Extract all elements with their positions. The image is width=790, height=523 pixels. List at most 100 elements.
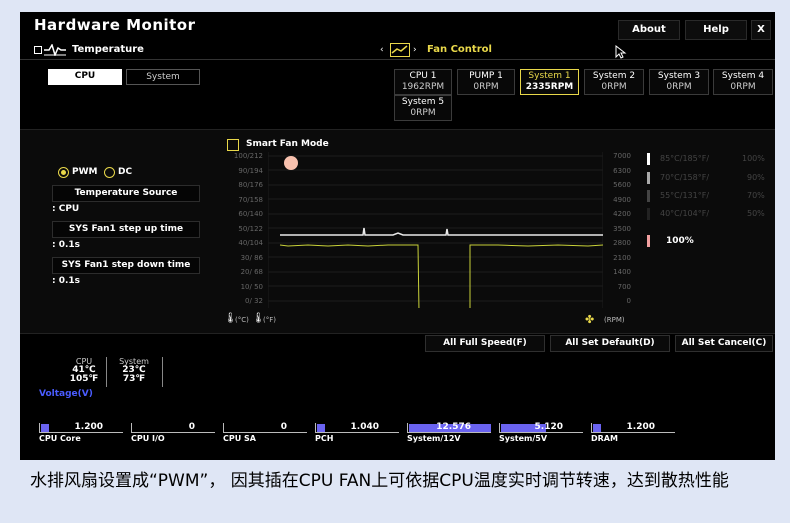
fan-rpm: 0RPM	[410, 108, 436, 118]
level-pct: 100%	[742, 154, 765, 163]
voltage-label: CPU Core	[39, 434, 81, 443]
voltage-value: 1.200	[626, 422, 655, 432]
chevron-left-icon[interactable]: ‹	[380, 45, 384, 55]
voltage-title: Voltage(V)	[39, 389, 93, 399]
unit-fahrenheit: (°F)	[263, 316, 276, 324]
fan-graph-icon	[390, 43, 410, 57]
temperature-source-value: : CPU	[52, 204, 80, 214]
fan-name: System 4	[721, 71, 765, 81]
current-level-bar	[647, 235, 650, 247]
y-tick-left: 80/176	[238, 181, 263, 189]
voltage-label: DRAM	[591, 434, 618, 443]
fan-rpm: 0RPM	[730, 82, 756, 92]
smart-fan-checkbox[interactable]	[227, 139, 239, 151]
fan-system1-button[interactable]: System 1 2335RPM	[520, 69, 579, 95]
fan-name: System 5	[401, 97, 445, 107]
y-tick-left: 70/158	[238, 196, 263, 204]
fan-cpu1-button[interactable]: CPU 1 1962RPM	[394, 69, 452, 95]
temp-divider	[162, 357, 163, 387]
temp-divider	[106, 357, 107, 387]
level-bar[interactable]	[647, 208, 650, 220]
y-tick-left: 50/122	[238, 225, 263, 233]
pwm-radio[interactable]	[58, 167, 69, 178]
y-tick-right: 1400	[613, 268, 631, 276]
voltage-label: System/5V	[499, 434, 548, 443]
fan-rpm: 1962RPM	[401, 82, 445, 92]
voltage-label: CPU I/O	[131, 434, 165, 443]
temperature-graph-icon	[44, 44, 66, 56]
level-bar[interactable]	[647, 190, 650, 202]
fan-control-header: ‹ › Fan Control	[375, 41, 775, 60]
fan-system5-button[interactable]: System 5 0RPM	[394, 95, 452, 121]
curve-control-point[interactable]	[284, 156, 298, 170]
y-tick-left: 10/ 50	[240, 283, 263, 291]
tab-system[interactable]: System	[126, 69, 200, 85]
collapse-icon[interactable]	[34, 46, 42, 54]
y-tick-left: 60/140	[238, 210, 263, 218]
close-button[interactable]: X	[751, 20, 771, 40]
level-bar[interactable]	[647, 172, 650, 184]
fan-name: CPU 1	[409, 71, 437, 81]
fan-pump1-button[interactable]: PUMP 1 0RPM	[457, 69, 515, 95]
fan-system2-button[interactable]: System 2 0RPM	[584, 69, 644, 95]
voltage-value: 1.200	[74, 422, 103, 432]
fan-icon: ✤	[585, 313, 595, 326]
fan-name: System 3	[657, 71, 701, 81]
level-pct: 70%	[747, 191, 765, 200]
y-tick-left: 100/212	[233, 152, 263, 160]
step-up-time-button[interactable]: SYS Fan1 step up time	[52, 221, 200, 238]
y-tick-left: 0/ 32	[245, 297, 263, 305]
app-title: Hardware Monitor	[34, 16, 196, 34]
y-tick-left: 20/ 68	[240, 268, 263, 276]
temperature-header: Temperature	[20, 41, 375, 60]
step-down-time-value: : 0.1s	[52, 276, 81, 286]
y-tick-right: 5600	[613, 181, 631, 189]
step-down-time-button[interactable]: SYS Fan1 step down time	[52, 257, 200, 274]
fan-name: System 2	[592, 71, 636, 81]
fan-name: System 1	[528, 71, 571, 81]
voltage-value: 5.120	[534, 422, 563, 432]
all-set-default-button[interactable]: All Set Default(D)	[550, 335, 670, 352]
mouse-cursor-icon	[615, 45, 627, 59]
fan-system4-button[interactable]: System 4 0RPM	[713, 69, 773, 95]
system-temp-readout: System 23℃ 73℉	[108, 357, 160, 384]
level-bar[interactable]	[647, 153, 650, 165]
voltage-value: 12.576	[436, 422, 471, 432]
temperature-source-button[interactable]: Temperature Source	[52, 185, 200, 202]
smart-fan-label: Smart Fan Mode	[246, 139, 329, 149]
voltage-value: 1.040	[350, 422, 379, 432]
y-tick-right: 6300	[613, 167, 631, 175]
voltage-value: 0	[188, 422, 195, 432]
level-label: 70°C/158°F/	[660, 173, 710, 182]
fan-system3-button[interactable]: System 3 0RPM	[649, 69, 709, 95]
dc-label: DC	[118, 167, 133, 177]
system-temp-f: 73℉	[122, 374, 146, 384]
tab-cpu[interactable]: CPU	[48, 69, 122, 85]
cpu-temp-f: 105℉	[69, 374, 99, 384]
about-button[interactable]: About	[618, 20, 680, 40]
y-tick-left: 40/104	[238, 239, 263, 247]
voltage-label: CPU SA	[223, 434, 256, 443]
level-label: 40°C/104°F/	[660, 209, 710, 218]
level-label: 85°C/185°F/	[660, 154, 710, 163]
fan-rpm: 0RPM	[666, 82, 692, 92]
chevron-right-icon[interactable]: ›	[413, 45, 417, 55]
all-set-cancel-button[interactable]: All Set Cancel(C)	[675, 335, 773, 352]
y-tick-right: 2100	[613, 254, 631, 262]
level-pct: 50%	[747, 209, 765, 218]
cpu-temp-readout: CPU 41℃ 105℉	[58, 357, 110, 384]
level-pct: 90%	[747, 173, 765, 182]
fan-control-label: Fan Control	[427, 44, 492, 55]
y-tick-right: 4900	[613, 196, 631, 204]
fan-rpm: 0RPM	[473, 82, 499, 92]
voltage-label: PCH	[315, 434, 334, 443]
y-tick-right: 2800	[613, 239, 631, 247]
current-level-pct: 100%	[666, 236, 694, 246]
dc-radio[interactable]	[104, 167, 115, 178]
hardware-monitor-window: Hardware Monitor About Help X Temperatur…	[20, 12, 775, 460]
y-tick-left: 30/ 86	[240, 254, 263, 262]
temperature-label: Temperature	[72, 44, 144, 55]
fan-rpm: 2335RPM	[525, 82, 574, 92]
all-full-speed-button[interactable]: All Full Speed(F)	[425, 335, 545, 352]
help-button[interactable]: Help	[685, 20, 747, 40]
